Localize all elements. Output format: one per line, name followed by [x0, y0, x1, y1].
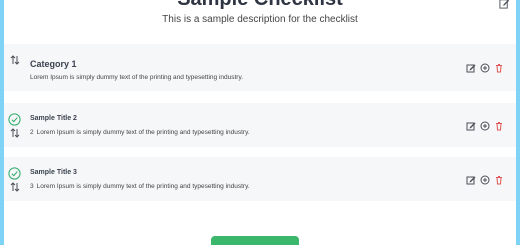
edit-icon[interactable]	[466, 121, 476, 131]
item-description: 3 Lorem Ipsum is simply dummy text of the…	[30, 183, 250, 190]
item-title: Sample Title 3	[30, 169, 77, 176]
check-circle-icon[interactable]	[8, 113, 21, 126]
trash-icon[interactable]	[494, 63, 504, 73]
sort-arrows-icon[interactable]	[10, 128, 20, 138]
page-title: Sample Checklist	[4, 0, 516, 11]
item-description-text: Lorem Ipsum is simply dummy text of the …	[36, 129, 250, 136]
sort-arrows-icon[interactable]	[10, 55, 20, 65]
list-item: Sample Title 2 2 Lorem Ipsum is simply du…	[4, 103, 516, 147]
page-description: This is a sample description for the che…	[162, 14, 358, 25]
trash-icon[interactable]	[494, 121, 504, 131]
category-description: Lorem Ipsum is simply dummy text of the …	[30, 74, 244, 81]
category-card: Category 1 Lorem Ipsum is simply dummy t…	[4, 44, 516, 91]
trash-icon[interactable]	[494, 175, 504, 185]
plus-circle-icon[interactable]	[480, 63, 490, 73]
category-title: Category 1	[30, 59, 77, 69]
item-number: 2	[30, 129, 34, 136]
edit-icon[interactable]	[466, 175, 476, 185]
submit-button[interactable]	[211, 236, 299, 245]
plus-circle-icon[interactable]	[480, 175, 490, 185]
edit-icon[interactable]	[466, 63, 476, 73]
item-title: Sample Title 2	[30, 115, 77, 122]
item-description-text: Lorem Ipsum is simply dummy text of the …	[36, 183, 250, 190]
check-circle-icon[interactable]	[8, 167, 21, 180]
checklist-panel: Sample Checklist This is a sample descri…	[4, 0, 516, 245]
plus-circle-icon[interactable]	[480, 121, 490, 131]
edit-icon[interactable]	[499, 0, 510, 9]
list-item: Sample Title 3 3 Lorem Ipsum is simply du…	[4, 157, 516, 201]
item-number: 3	[30, 183, 34, 190]
item-description: 2 Lorem Ipsum is simply dummy text of the…	[30, 129, 250, 136]
sort-arrows-icon[interactable]	[10, 182, 20, 192]
